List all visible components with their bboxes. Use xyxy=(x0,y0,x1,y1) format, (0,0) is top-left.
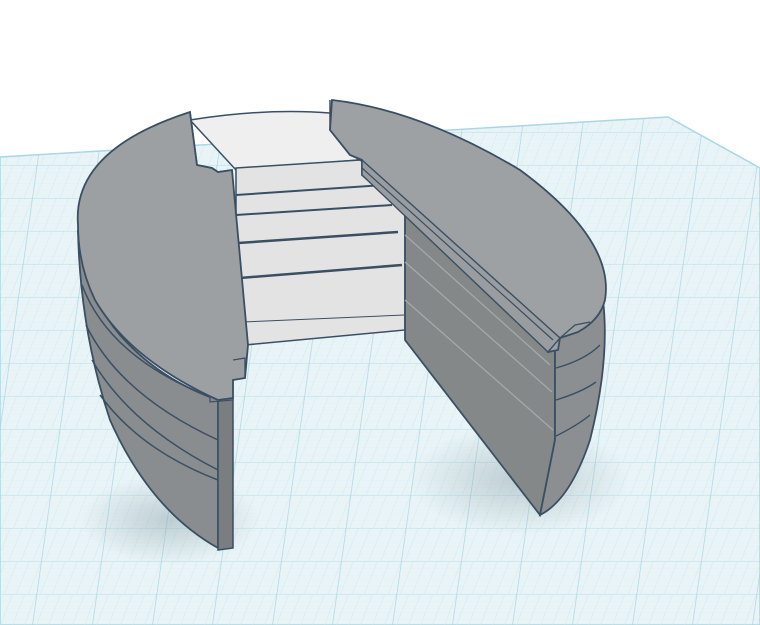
scene-canvas[interactable] xyxy=(0,0,760,625)
3d-viewport[interactable] xyxy=(0,0,760,625)
